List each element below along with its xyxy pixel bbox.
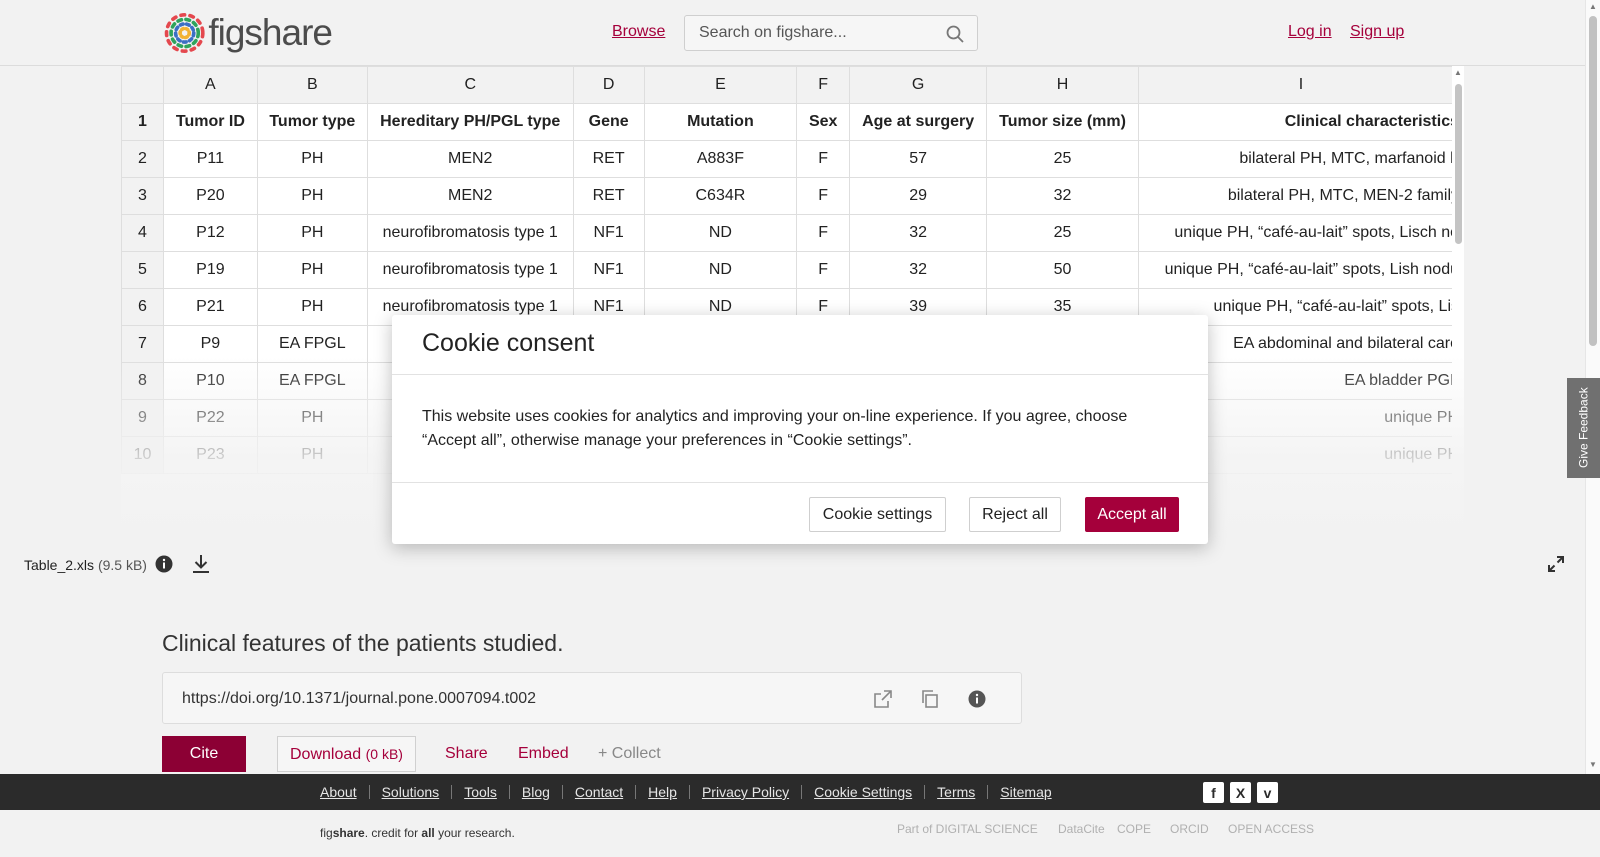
cookie-dialog-title: Cookie consent: [422, 329, 595, 357]
reject-all-button[interactable]: Reject all: [969, 497, 1061, 532]
cookie-dialog-body: This website uses cookies for analytics …: [422, 408, 1128, 449]
divider: [392, 374, 1208, 375]
accept-all-button[interactable]: Accept all: [1085, 497, 1179, 532]
cookie-consent-dialog: Cookie consent This website uses cookies…: [392, 315, 1208, 544]
cookie-settings-button[interactable]: Cookie settings: [809, 497, 946, 532]
divider: [392, 482, 1208, 483]
cookie-overlay: Cookie consent This website uses cookies…: [0, 0, 1600, 857]
